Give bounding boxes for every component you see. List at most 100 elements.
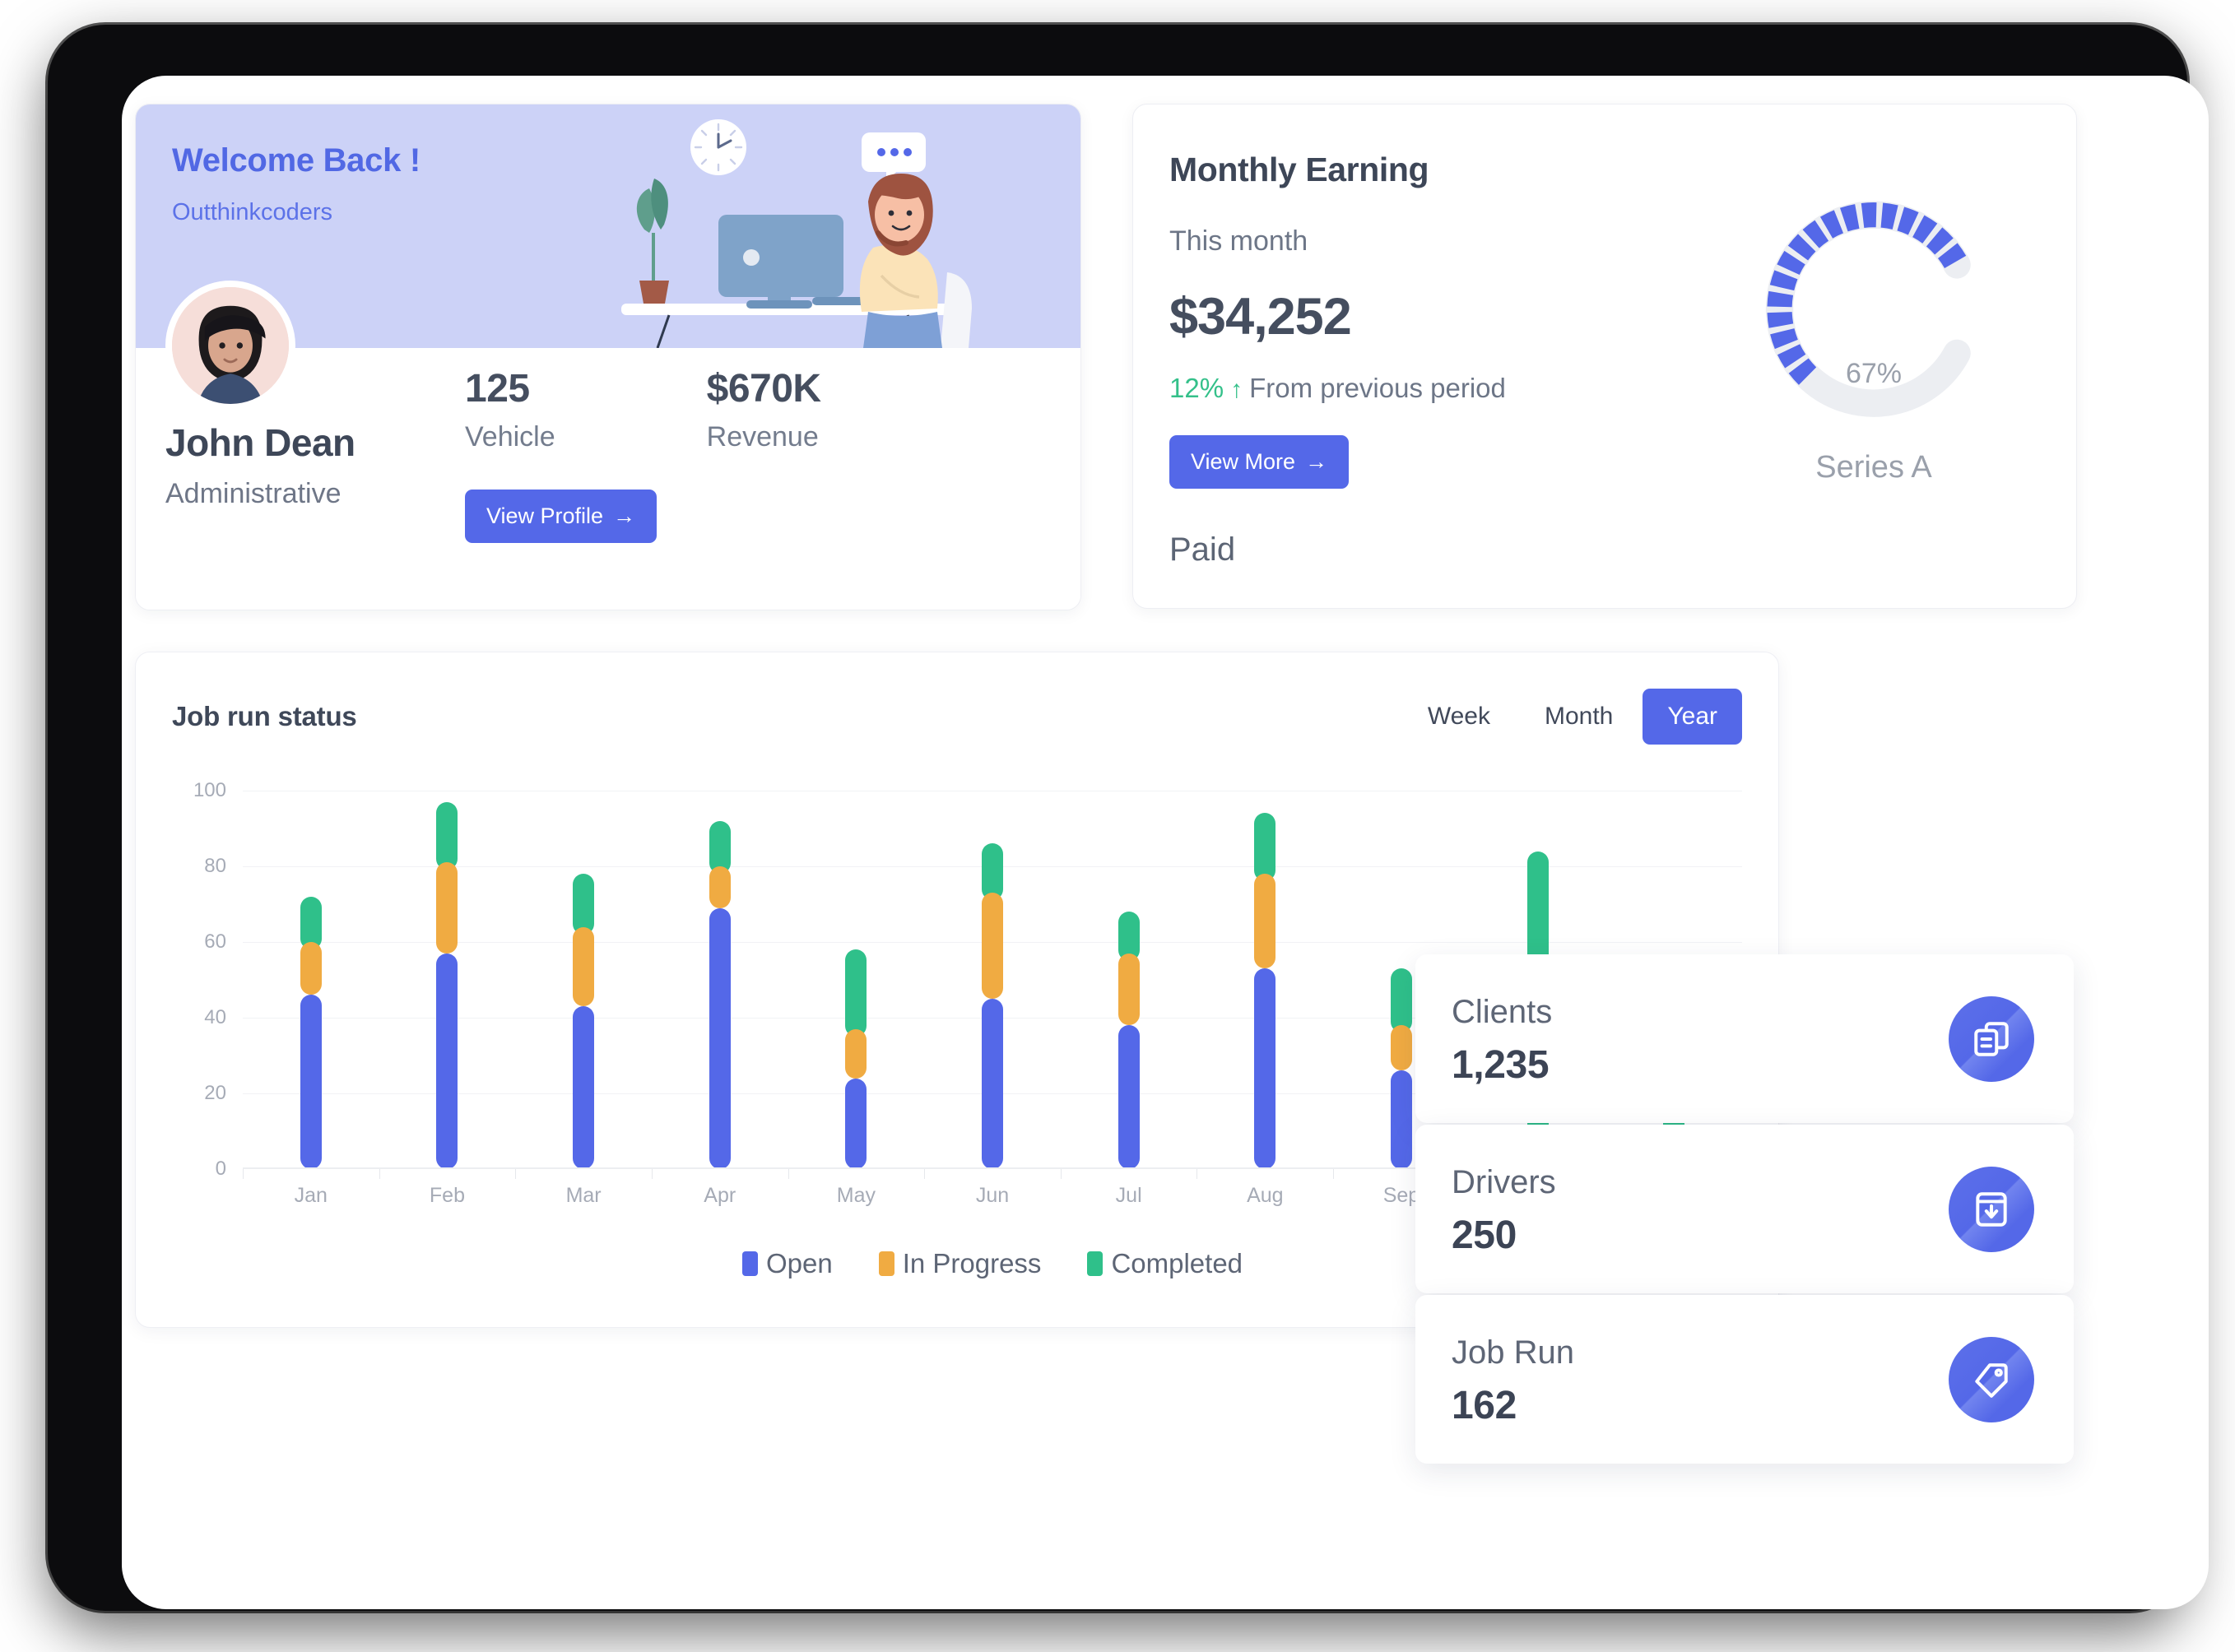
bar-slot[interactable] xyxy=(243,791,379,1179)
person-name: John Dean xyxy=(165,421,355,464)
y-axis-tick: 60 xyxy=(204,930,226,953)
chart-title: Job run status xyxy=(172,701,357,731)
screenshot-root: Welcome Back ! Outthinkcoders John Dean … xyxy=(0,0,2235,1652)
tab-month[interactable]: Month xyxy=(1520,689,1638,745)
welcome-body: John Dean Administrative 125 Vehicle $67… xyxy=(136,281,1080,610)
legend-label: In Progress xyxy=(902,1248,1042,1278)
bar-stack xyxy=(1118,912,1140,1169)
x-axis-tick xyxy=(1333,1169,1335,1179)
x-axis-label: Feb xyxy=(429,1184,465,1207)
person-block: John Dean Administrative xyxy=(165,420,462,510)
earning-delta-text: From previous period xyxy=(1249,373,1506,403)
bar-segment-open xyxy=(1118,1025,1140,1169)
x-axis-label: May xyxy=(836,1184,876,1207)
tab-year[interactable]: Year xyxy=(1643,689,1742,745)
legend-swatch xyxy=(878,1251,894,1276)
bar-slot[interactable] xyxy=(379,791,516,1179)
bar-segment-open xyxy=(1254,968,1276,1169)
legend-item-in-progress[interactable]: In Progress xyxy=(878,1248,1042,1279)
earning-paid-label: Paid xyxy=(1169,531,1236,568)
bar-stack xyxy=(982,843,1004,1169)
person-role: Administrative xyxy=(165,478,342,509)
bar-segment-open xyxy=(1390,1070,1412,1169)
welcome-kpi-row: 125 Vehicle $670K Revenue xyxy=(465,366,821,453)
x-axis-tick xyxy=(515,1169,517,1179)
bar-slot[interactable] xyxy=(1060,791,1197,1179)
desk-illustration xyxy=(621,119,972,348)
bar-segment-in-progress xyxy=(1390,1025,1412,1071)
kpi-revenue-value: $670K xyxy=(706,367,821,411)
stat-card-drivers[interactable]: Drivers 250 xyxy=(1415,1125,2074,1293)
view-profile-label: View Profile xyxy=(486,503,604,528)
bar-stack xyxy=(300,896,322,1169)
legend-item-completed[interactable]: Completed xyxy=(1087,1248,1243,1279)
x-axis-tick xyxy=(1060,1169,1062,1179)
bar-segment-open xyxy=(436,953,458,1169)
bar-slot[interactable] xyxy=(788,791,925,1179)
y-axis: 0 20 40 60 80 100 xyxy=(172,779,226,1180)
arrow-up-icon: ↑ xyxy=(1230,376,1243,403)
y-axis-tick: 100 xyxy=(193,779,226,801)
bar-slot[interactable] xyxy=(924,791,1061,1179)
view-profile-button[interactable]: View Profile → xyxy=(465,490,657,543)
gauge-series-label: Series A xyxy=(1815,450,1932,485)
bar-segment-in-progress xyxy=(709,866,731,908)
y-axis-tick: 80 xyxy=(204,855,226,877)
bar-slot[interactable] xyxy=(1196,791,1333,1179)
bar-segment-completed xyxy=(982,843,1004,901)
bar-segment-in-progress xyxy=(845,1028,867,1079)
y-axis-tick: 0 xyxy=(215,1158,226,1180)
bar-segment-open xyxy=(300,995,322,1169)
dashboard-top-row: Welcome Back ! Outthinkcoders John Dean … xyxy=(135,104,2110,610)
price-tag-icon xyxy=(1949,1336,2034,1422)
radial-gauge-icon xyxy=(1765,201,1971,417)
legend-swatch xyxy=(741,1251,758,1276)
bar-segment-in-progress xyxy=(300,942,322,995)
device-frame: Welcome Back ! Outthinkcoders John Dean … xyxy=(48,25,2209,1611)
kpi-vehicle-value: 125 xyxy=(465,367,530,411)
bar-segment-open xyxy=(709,907,731,1169)
stat-card-clients[interactable]: Clients 1,235 xyxy=(1415,954,2074,1123)
earning-gauge: 67% Series A xyxy=(1726,183,2022,485)
gauge-percent-label: 67% xyxy=(1845,358,1903,389)
bar-slot[interactable] xyxy=(651,791,788,1179)
earning-delta-percent: 12% xyxy=(1169,373,1224,403)
range-tabs: Week Month Year xyxy=(1403,689,1742,745)
device-screen: Welcome Back ! Outthinkcoders John Dean … xyxy=(122,76,2209,1609)
tab-week[interactable]: Week xyxy=(1403,689,1515,745)
bar-stack xyxy=(709,820,731,1169)
x-axis-label: Jan xyxy=(294,1184,328,1207)
stat-card-stack: Clients 1,235 Drivers 250 Job Run 162 xyxy=(1415,954,2074,1464)
stat-card-job-run[interactable]: Job Run 162 xyxy=(1415,1295,2074,1464)
bar-segment-completed xyxy=(1390,968,1412,1033)
legend-item-open[interactable]: Open xyxy=(741,1248,833,1279)
bar-slot[interactable] xyxy=(515,791,652,1179)
bar-segment-open xyxy=(845,1078,867,1169)
y-axis-tick: 20 xyxy=(204,1082,226,1104)
bar-segment-open xyxy=(982,999,1004,1169)
legend-swatch xyxy=(1087,1251,1104,1276)
x-axis-tick xyxy=(243,1169,244,1179)
view-more-button[interactable]: View More → xyxy=(1169,435,1350,489)
kpi-vehicle: 125 Vehicle xyxy=(465,366,555,453)
bar-segment-completed xyxy=(845,949,867,1037)
bar-stack xyxy=(436,801,458,1169)
bar-stack xyxy=(573,874,595,1169)
bar-stack xyxy=(1390,968,1412,1169)
x-axis-tick xyxy=(379,1169,380,1179)
x-axis-label: Apr xyxy=(704,1184,736,1207)
bar-segment-open xyxy=(573,1006,595,1169)
bar-segment-in-progress xyxy=(436,862,458,954)
copy-layers-icon xyxy=(1949,995,2034,1082)
legend-label: Completed xyxy=(1111,1248,1243,1278)
view-more-label: View More xyxy=(1191,449,1296,474)
x-axis-tick xyxy=(788,1169,789,1179)
bar-segment-in-progress xyxy=(1254,874,1276,969)
arrow-right-icon: → xyxy=(613,503,636,528)
x-axis-label: Jul xyxy=(1115,1184,1142,1207)
kpi-vehicle-label: Vehicle xyxy=(465,421,555,452)
monthly-earning-card: Monthly Earning This month $34,252 12% ↑… xyxy=(1132,104,2077,609)
bar-segment-in-progress xyxy=(1118,953,1140,1026)
bar-segment-completed xyxy=(573,874,595,935)
arrow-right-icon: → xyxy=(1305,449,1328,474)
